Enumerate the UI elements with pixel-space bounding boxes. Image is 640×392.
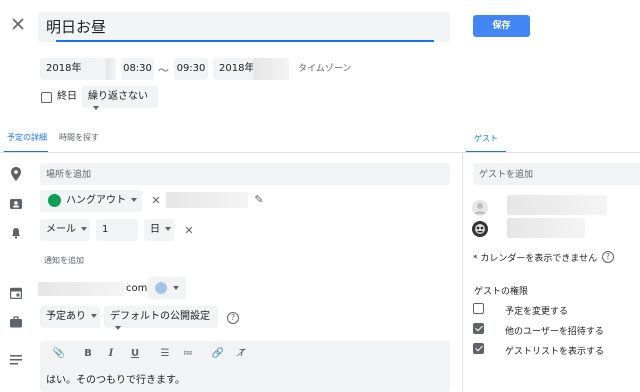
bold-icon[interactable]: B — [81, 348, 95, 359]
add-notification-link[interactable]: 通知を追加 — [44, 255, 84, 266]
hangouts-select[interactable]: ハングアウト — [40, 190, 142, 212]
help-icon[interactable]: ? — [602, 251, 614, 263]
start-time-text: 08:30 — [123, 63, 152, 74]
location-icon — [10, 166, 22, 181]
conference-icon — [10, 195, 22, 209]
chevron-down-icon — [173, 286, 179, 290]
visibility-select[interactable]: デフォルトの公開設定 — [104, 306, 218, 330]
notification-unit-select[interactable]: 日 — [144, 219, 174, 241]
calendar-icon — [9, 284, 23, 300]
repeat-select[interactable]: 繰り返さない — [82, 86, 158, 110]
calendar-color-swatch — [155, 282, 167, 294]
tab-details[interactable]: 予定の詳細 — [7, 132, 47, 143]
bulleted-list-icon[interactable]: ≔ — [181, 348, 195, 359]
end-date-field[interactable]: 2018年 — [213, 58, 289, 80]
chevron-down-icon — [81, 227, 87, 231]
attachment-icon[interactable]: 📎 — [52, 348, 66, 359]
calendar-color-select[interactable] — [148, 277, 186, 299]
save-label: 保存 — [492, 21, 511, 31]
visibility-text: デフォルトの公開設定 — [110, 311, 210, 322]
guest-name-redacted — [507, 195, 607, 215]
close-icon[interactable] — [10, 16, 26, 32]
permission-checkbox[interactable] — [473, 343, 484, 354]
permission-label: ゲストリストを表示する — [505, 347, 605, 357]
conference-link-redacted — [166, 192, 248, 208]
remove-notification-icon[interactable]: ✕ — [183, 224, 195, 237]
chevron-down-icon — [91, 314, 97, 318]
remove-conference-icon[interactable]: ✕ — [150, 194, 162, 207]
location-placeholder: 場所を追加 — [46, 170, 92, 180]
start-date-text: 2018年 — [46, 63, 82, 74]
description-text: はい。そのつもりで行きます。 — [46, 375, 185, 386]
underline-icon[interactable]: U — [128, 348, 142, 359]
edit-pencil-icon[interactable]: ✎ — [252, 193, 266, 206]
tab-guests[interactable]: ゲスト — [474, 133, 498, 144]
clear-formatting-icon[interactable]: T̸ — [235, 348, 249, 359]
location-input[interactable]: 場所を追加 — [40, 163, 450, 185]
guest-name-redacted — [507, 218, 585, 238]
tab-details-label: 予定の詳細 — [7, 133, 47, 142]
chevron-down-icon — [93, 106, 99, 110]
title-text: 明日お昼 — [46, 18, 107, 36]
time-separator: 〜 — [158, 64, 169, 77]
chevron-down-icon — [165, 227, 171, 231]
save-button[interactable]: 保存 — [473, 15, 530, 37]
start-time-field[interactable]: 08:30 — [121, 58, 154, 80]
permission-checkbox[interactable] — [473, 323, 484, 334]
panel-divider — [462, 153, 463, 392]
help-icon[interactable]: ? — [227, 312, 239, 324]
link-icon[interactable]: 🔗 — [211, 348, 225, 359]
briefcase-icon — [10, 313, 22, 328]
tabs-divider — [0, 152, 640, 153]
start-date-redacted — [106, 58, 116, 80]
all-day-checkbox[interactable] — [41, 92, 52, 103]
notification-type-select[interactable]: メール — [40, 219, 90, 241]
notification-type-text: メール — [46, 224, 76, 235]
description-icon — [10, 350, 22, 365]
add-guest-placeholder: ゲストを追加 — [479, 170, 534, 180]
notification-unit-text: 日 — [150, 224, 160, 235]
availability-text: 予定あり — [46, 311, 86, 322]
guest-avatar — [472, 200, 488, 216]
chevron-down-icon — [115, 326, 121, 330]
numbered-list-icon[interactable]: ☰ — [158, 348, 172, 359]
end-date-text: 2018年 — [219, 63, 255, 74]
start-date-field[interactable]: 2018年 — [40, 58, 116, 80]
tab-find-time-label: 時間を探す — [59, 133, 99, 142]
hangouts-label: ハングアウト — [66, 195, 126, 206]
permission-label: 他のユーザーを招待する — [505, 327, 604, 337]
italic-icon[interactable]: I — [104, 348, 118, 359]
chevron-down-icon — [131, 198, 137, 202]
end-date-redacted — [253, 58, 289, 80]
hangouts-icon — [48, 194, 61, 207]
calendar-suffix: com — [126, 283, 148, 294]
tab-find-time[interactable]: 時間を探す — [59, 132, 99, 143]
end-time-text: 09:30 — [176, 63, 206, 74]
timezone-link[interactable]: タイムゾーン — [298, 63, 351, 75]
calendar-owner-redacted — [38, 282, 124, 296]
add-guest-input[interactable]: ゲストを追加 — [473, 163, 640, 185]
end-time-field[interactable]: 09:30 — [174, 58, 208, 80]
tab-guests-label: ゲスト — [474, 134, 498, 143]
permission-label: 予定を変更する — [505, 307, 569, 317]
bell-icon — [10, 224, 22, 239]
calendar-notice: * カレンダーを表示できません — [473, 254, 598, 264]
all-day-label: 終日 — [57, 91, 77, 102]
permissions-title: ゲストの権限 — [474, 287, 529, 297]
description-editor[interactable]: 📎 B I U ☰ ≔ 🔗 T̸ はい。そのつもりで行きます。 — [40, 341, 450, 392]
permission-checkbox[interactable] — [473, 303, 484, 314]
notification-value-input[interactable]: 1 — [96, 219, 138, 241]
availability-select[interactable]: 予定あり — [40, 306, 100, 328]
title-underline — [56, 40, 434, 42]
title-input[interactable]: 明日お昼 — [38, 12, 450, 42]
guest-avatar — [472, 221, 488, 237]
notification-value-text: 1 — [102, 224, 109, 235]
repeat-text: 繰り返さない — [88, 91, 148, 102]
